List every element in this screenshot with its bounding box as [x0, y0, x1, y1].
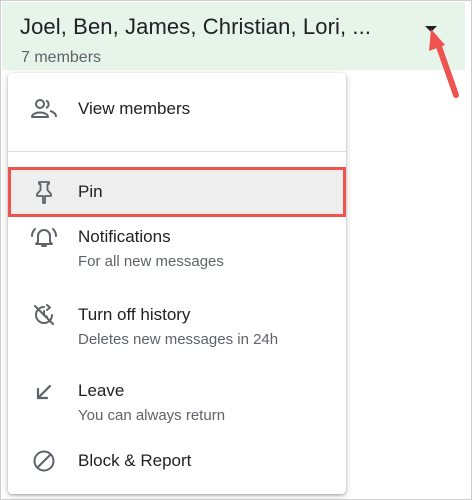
block-icon [30, 447, 58, 475]
leave-arrow-icon [30, 378, 58, 406]
menu-item-label: Turn off history [78, 305, 191, 324]
people-icon [30, 95, 58, 123]
menu-item-block-report[interactable]: Block & Report [8, 445, 346, 481]
menu-item-label: Block & Report [78, 451, 192, 470]
menu-item-leave[interactable]: Leave You can always return [8, 375, 346, 433]
menu-item-notifications[interactable]: Notifications For all new messages [8, 221, 346, 279]
menu-item-sublabel: For all new messages [78, 253, 224, 270]
screenshot-frame: Joel, Ben, James, Christian, Lori, ... 7… [0, 0, 472, 500]
conversation-header[interactable]: Joel, Ben, James, Christian, Lori, ... 7… [2, 2, 465, 70]
menu-item-label: View members [78, 99, 191, 118]
member-count: 7 members [21, 49, 102, 66]
menu-item-sublabel: You can always return [78, 407, 226, 424]
menu-divider [8, 151, 346, 152]
menu-item-turn-off-history[interactable]: Turn off history Deletes new messages in… [8, 299, 346, 357]
bell-icon [30, 223, 58, 251]
menu-item-label: Pin [78, 182, 103, 201]
menu-item-sublabel: Deletes new messages in 24h [78, 331, 279, 348]
menu-item-label: Leave [78, 381, 125, 400]
menu-item-label: Notifications [78, 227, 171, 246]
menu-item-view-members[interactable]: View members [8, 89, 346, 129]
pin-icon [30, 178, 58, 206]
menu-item-pin[interactable]: Pin [8, 167, 346, 217]
conversation-title: Joel, Ben, James, Christian, Lori, ... [20, 14, 372, 39]
annotation-arrow-icon [429, 29, 459, 98]
history-off-icon [30, 301, 58, 329]
overflow-menu: View members Pin Notifications For all n… [8, 73, 346, 494]
